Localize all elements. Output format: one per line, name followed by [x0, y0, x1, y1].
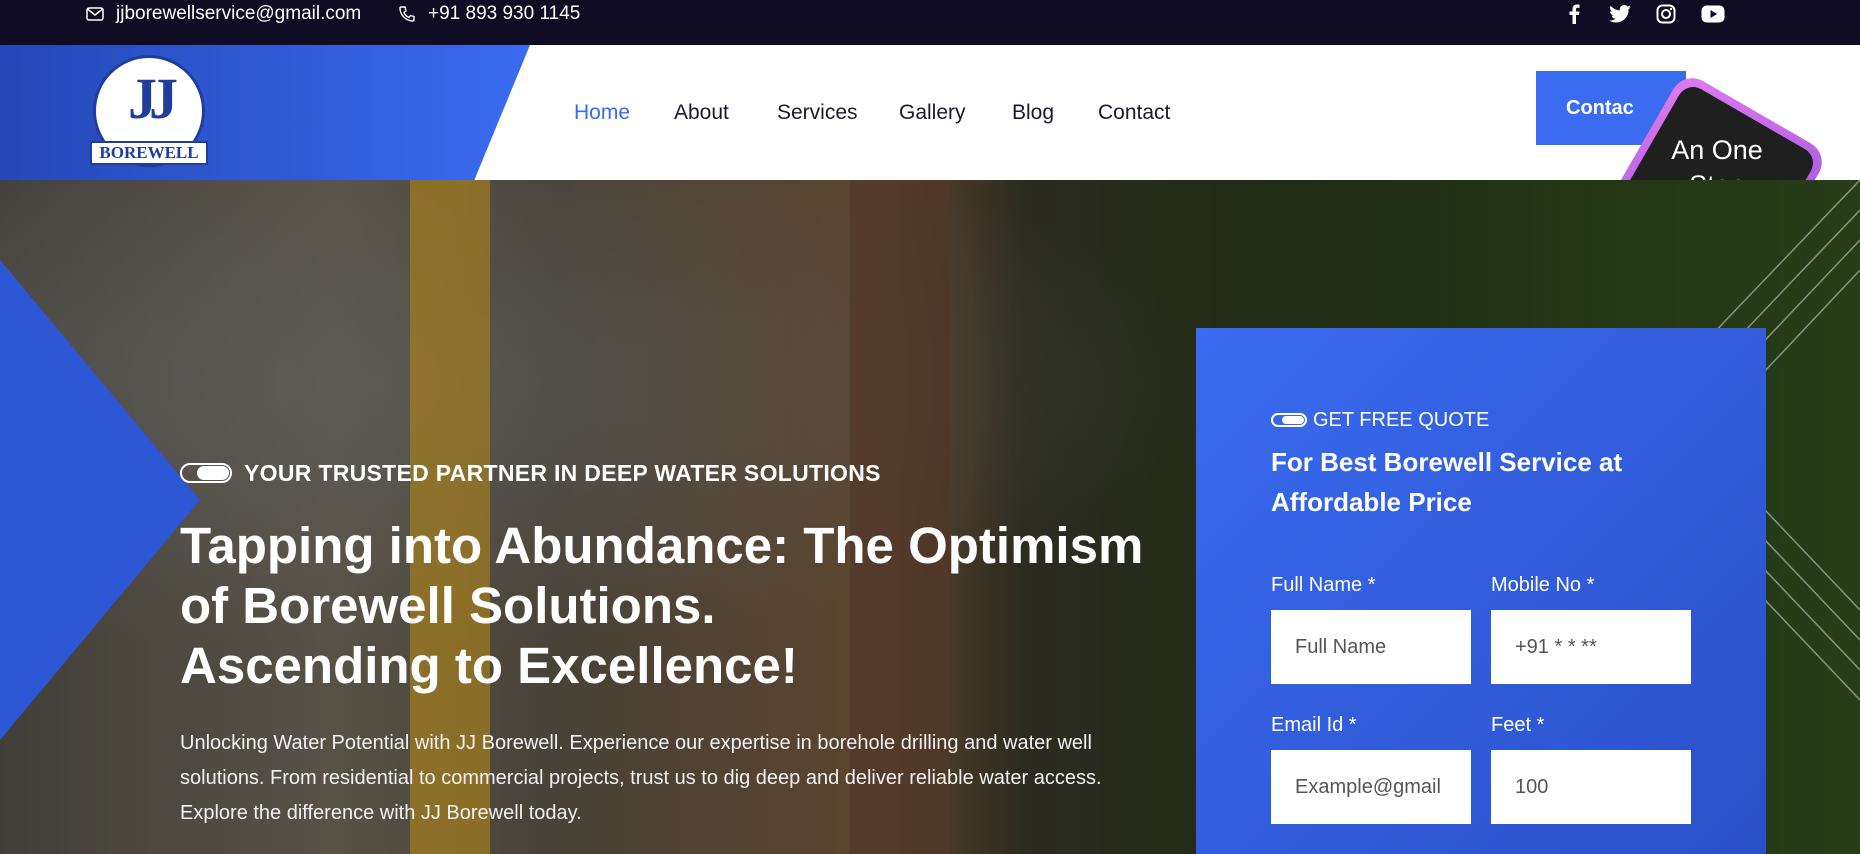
- nav-home[interactable]: Home: [574, 101, 630, 125]
- hero-tagline: YOUR TRUSTED PARTNER IN DEEP WATER SOLUT…: [180, 458, 881, 488]
- twitter-icon[interactable]: [1607, 3, 1633, 25]
- youtube-icon[interactable]: [1700, 3, 1726, 25]
- nav-blog[interactable]: Blog: [1012, 101, 1054, 125]
- email-text: jjborewellservice@gmail.com: [116, 2, 362, 24]
- nav-contact[interactable]: Contact: [1098, 101, 1170, 125]
- quote-title: For Best Borewell Service at Affordable …: [1271, 447, 1623, 517]
- top-bar: jjborewellservice@gmail.com +91 893 930 …: [0, 0, 1860, 45]
- feet-field[interactable]: [1491, 750, 1691, 824]
- logo-background: [0, 45, 530, 180]
- quote-form: GET FREE QUOTE For Best Borewell Service…: [1196, 328, 1766, 854]
- instagram-icon[interactable]: [1653, 3, 1679, 25]
- mobile-label: Mobile No *: [1491, 574, 1595, 596]
- logo[interactable]: JJ BOREWELL: [88, 55, 210, 167]
- phone-text: +91 893 930 1145: [428, 2, 581, 24]
- hero-section: YOUR TRUSTED PARTNER IN DEEP WATER SOLUT…: [0, 180, 1860, 854]
- mail-icon: [86, 6, 104, 21]
- full-name-field[interactable]: [1271, 610, 1471, 684]
- quote-tag: GET FREE QUOTE: [1271, 408, 1489, 432]
- hero-headline-line-3: Ascending to Excellence!: [180, 637, 798, 694]
- toggle-icon: [1271, 413, 1307, 427]
- full-name-label: Full Name *: [1271, 574, 1376, 596]
- phone-icon: [399, 5, 415, 22]
- logo-monogram: JJ: [128, 66, 178, 131]
- facebook-icon[interactable]: [1561, 3, 1587, 25]
- hero-headline: Tapping into Abundance: The Optimism of …: [180, 516, 1144, 696]
- feet-label: Feet *: [1491, 714, 1545, 736]
- hero-headline-line-2: of Borewell Solutions.: [180, 577, 716, 634]
- email-link[interactable]: jjborewellservice@gmail.com: [86, 0, 361, 27]
- mobile-field[interactable]: [1491, 610, 1691, 684]
- logo-wordmark: BOREWELL: [90, 141, 208, 165]
- site-header: JJ BOREWELL Home About Services Gallery …: [0, 45, 1860, 300]
- email-label: Email Id *: [1271, 714, 1357, 736]
- nav-gallery[interactable]: Gallery: [899, 101, 966, 125]
- quote-tag-text: GET FREE QUOTE: [1313, 408, 1490, 431]
- hero-tagline-text: YOUR TRUSTED PARTNER IN DEEP WATER SOLUT…: [244, 459, 881, 486]
- phone-link[interactable]: +91 893 930 1145: [398, 0, 580, 27]
- email-field[interactable]: [1271, 750, 1471, 824]
- toggle-icon: [180, 463, 232, 483]
- hero-headline-line-1: Tapping into Abundance: The Optimism: [180, 517, 1144, 574]
- hero-description: Unlocking Water Potential with JJ Borewe…: [180, 732, 1102, 824]
- nav-about[interactable]: About: [674, 101, 729, 125]
- nav-services[interactable]: Services: [777, 101, 858, 125]
